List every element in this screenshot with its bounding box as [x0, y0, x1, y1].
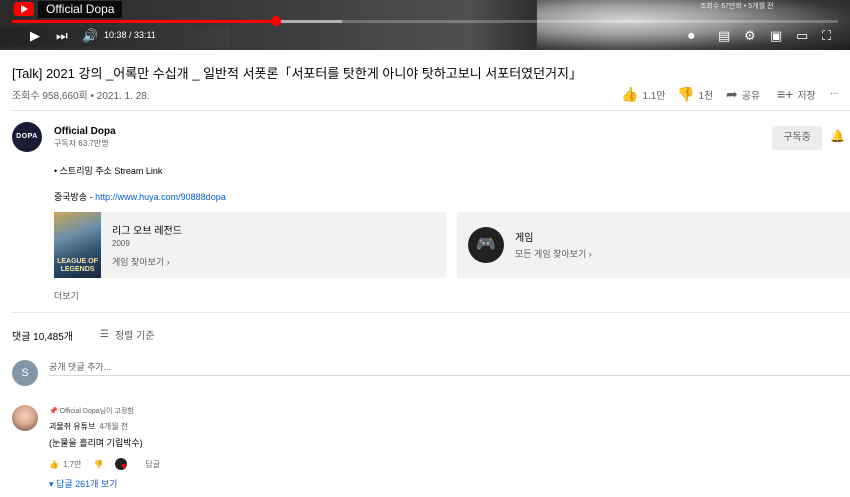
- comment-header: 괴물쥐 유튜브 4개월 전: [49, 421, 128, 432]
- sort-button[interactable]: ☰ 정렬 기준: [100, 327, 155, 342]
- youtube-logo-icon[interactable]: [14, 2, 34, 16]
- dislike-button[interactable]: 👎 1천: [677, 86, 713, 103]
- browse-all-games-label: 모든 게임 찾아보기: [515, 249, 587, 259]
- user-avatar: S: [12, 360, 38, 386]
- category-card[interactable]: [457, 212, 850, 278]
- chevron-right-icon: ›: [166, 257, 170, 267]
- progress-played: [12, 20, 277, 23]
- comment-author[interactable]: 괴물쥐 유튜브: [49, 422, 95, 431]
- view-replies-label: 답글 261개 보기: [56, 479, 118, 489]
- game-box-art[interactable]: LEAGUE OF LEGENDS: [54, 212, 101, 278]
- comment-like-icon[interactable]: 👍: [49, 460, 59, 469]
- sort-label: 정렬 기준: [114, 331, 155, 342]
- divider: [12, 110, 850, 111]
- more-actions-button[interactable]: ...: [830, 86, 838, 97]
- video-overlay-stats: 조회수 67만회 • 5개월 전: [700, 3, 774, 10]
- next-icon[interactable]: ⏭: [56, 29, 68, 43]
- commenter-avatar[interactable]: [12, 405, 38, 431]
- video-title: [Talk] 2021 강의 _어록만 수십개 _ 일반적 서폿론「서포터를 탓…: [12, 66, 583, 81]
- description-line: 중국방송 - http://www.huya.com/90888dopa: [54, 190, 226, 203]
- time-display: 10:38 / 33:11: [104, 30, 156, 40]
- save-button[interactable]: ≡+ 저장: [777, 86, 816, 102]
- video-player[interactable]: Official Dopa 조회수 67만회 • 5개월 전 ▶ ⏭ 🔊 10:…: [0, 0, 850, 50]
- browse-game-label: 게임 찾아보기: [112, 257, 165, 267]
- view-count: 조회수 958,660회: [12, 91, 88, 102]
- volume-icon[interactable]: 🔊: [82, 29, 98, 43]
- miniplayer-icon[interactable]: ▣: [770, 29, 782, 43]
- subtitles-icon[interactable]: ▤: [718, 29, 730, 43]
- view-replies-button[interactable]: ▾ 답글 261개 보기: [49, 477, 117, 490]
- chevron-right-icon: ›: [588, 249, 592, 259]
- subscribed-button[interactable]: 구독중: [772, 126, 822, 150]
- share-label: 공유: [741, 91, 761, 102]
- like-count: 1.1만: [642, 91, 666, 102]
- share-button[interactable]: ➦ 공유: [726, 86, 760, 103]
- comment-dislike-icon[interactable]: 👎: [93, 460, 103, 469]
- more-actions-icon: ...: [830, 86, 839, 97]
- settings-gear-icon[interactable]: ⚙: [744, 29, 756, 43]
- comment-input[interactable]: 공개 댓글 추가...: [49, 360, 850, 376]
- notification-bell-icon[interactable]: 🔔: [830, 129, 845, 143]
- sort-icon: ☰: [100, 329, 109, 340]
- theater-mode-icon[interactable]: ▭: [796, 29, 808, 43]
- channel-avatar[interactable]: DOPA: [12, 122, 42, 152]
- browse-all-games-link[interactable]: 모든 게임 찾아보기 ›: [515, 247, 592, 260]
- thumbs-down-icon: 👎: [677, 86, 695, 102]
- dislike-count: 1천: [698, 91, 714, 102]
- channel-watermark[interactable]: Official Dopa: [38, 1, 123, 18]
- fullscreen-icon[interactable]: ⛶: [822, 29, 831, 43]
- comment-count: 댓글 10,485개: [12, 332, 73, 343]
- creator-heart-icon: [115, 458, 128, 471]
- comment-reply-button[interactable]: 답글: [145, 459, 160, 470]
- stream-link[interactable]: http://www.huya.com/90888dopa: [95, 192, 226, 202]
- playlist-add-icon: ≡+: [777, 86, 794, 102]
- game-art-logo: LEAGUE OF LEGENDS: [57, 258, 98, 273]
- thumbs-up-icon: 👍: [621, 86, 639, 102]
- comment-toolbar: 👍 1.7만 👎 답글: [49, 458, 160, 471]
- show-more-button[interactable]: 더보기: [54, 289, 79, 302]
- channel-name[interactable]: Official Dopa: [54, 126, 116, 137]
- pinned-by-text: Official Dopa님이 고정함: [59, 408, 134, 415]
- play-icon[interactable]: ▶: [30, 29, 40, 43]
- pin-icon: 📌: [49, 408, 58, 415]
- progress-bar[interactable]: [12, 16, 838, 26]
- like-button[interactable]: 👍 1.1만: [621, 86, 666, 103]
- save-label: 저장: [797, 90, 816, 102]
- subscriber-count: 구독자 63.7만명: [54, 139, 109, 148]
- gamepad-icon: 🎮: [468, 227, 504, 263]
- game-title[interactable]: 리그 오브 레전드: [112, 222, 182, 237]
- publish-date: 2021. 1. 28.: [96, 91, 150, 102]
- comment-time[interactable]: 4개월 전: [99, 422, 128, 431]
- description-label: 중국방송 -: [54, 192, 96, 202]
- game-year: 2009: [112, 239, 130, 248]
- current-time: 10:38: [104, 30, 127, 40]
- comment-text: (눈물을 흘리며 기립박수): [49, 438, 143, 448]
- browse-game-link[interactable]: 게임 찾아보기 ›: [112, 255, 170, 268]
- chevron-down-icon: ▾: [49, 479, 54, 489]
- duration: 33:11: [134, 30, 156, 40]
- autoplay-toggle-icon[interactable]: ⏺: [688, 29, 695, 43]
- pinned-label: 📌 Official Dopa님이 고정함: [49, 406, 134, 416]
- video-meta: 조회수 958,660회 • 2021. 1. 28.: [12, 91, 150, 102]
- share-arrow-icon: ➦: [726, 86, 738, 102]
- category-title[interactable]: 게임: [515, 229, 533, 244]
- divider: [12, 312, 850, 313]
- description-line: • 스트리밍 주소 Stream Link: [54, 166, 163, 176]
- comment-like-count: 1.7만: [62, 459, 82, 469]
